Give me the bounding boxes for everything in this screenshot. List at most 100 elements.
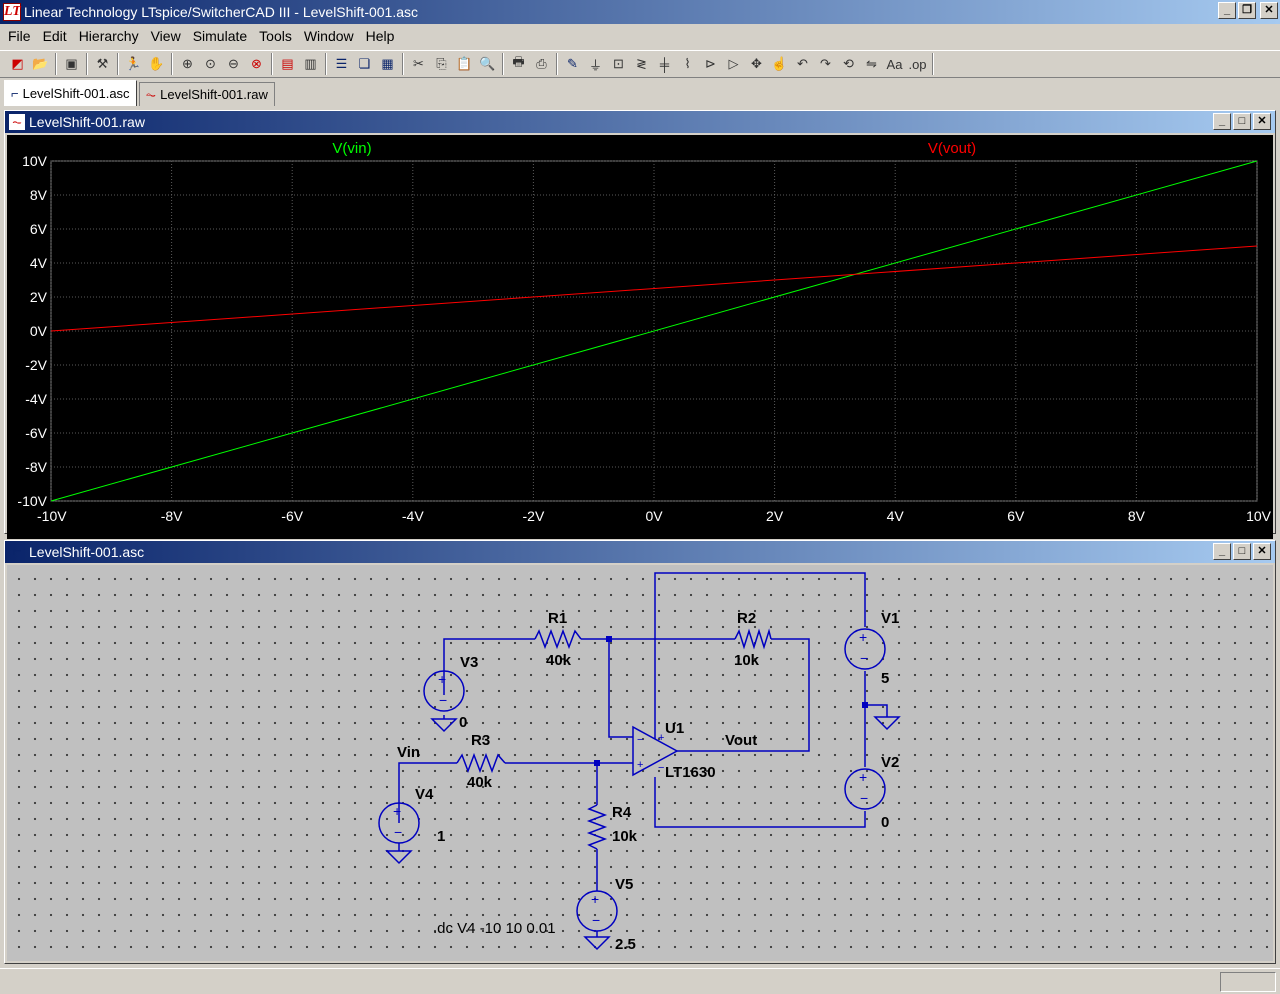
ltspice-logo-icon[interactable]: LT bbox=[3, 3, 21, 21]
y-tick-label: -8V bbox=[25, 459, 47, 475]
tab-label: LevelShift-001.asc bbox=[22, 86, 130, 101]
cut-icon[interactable]: ✂ bbox=[407, 53, 430, 75]
legend-entry[interactable]: V(vout) bbox=[928, 140, 976, 157]
save-icon[interactable]: ▣ bbox=[60, 53, 83, 75]
schematic-close-button[interactable]: ✕ bbox=[1253, 543, 1271, 560]
resistor-r2 bbox=[734, 628, 772, 650]
menu-help[interactable]: Help bbox=[360, 24, 401, 48]
series-line-1 bbox=[50, 245, 1258, 332]
menu-window[interactable]: Window bbox=[298, 24, 360, 48]
value-v1: 5 bbox=[881, 670, 889, 687]
waveform-plot[interactable]: -10V -8V -6V -4V -2V 0V 2V 4V 6V 8V 10V 10V 8V 6V 4V 2V… bbox=[7, 135, 1273, 539]
schematic-window-titlebar[interactable]: ⌐ LevelShift-001.asc _ □ ✕ bbox=[5, 541, 1275, 563]
component-labels: R1 40k R2 10k R3 40k R4 10k V1 5 V2 0 V3… bbox=[397, 610, 899, 953]
svg-text:−: − bbox=[394, 824, 402, 840]
rotate-icon[interactable]: ⟲ bbox=[837, 53, 860, 75]
label-r3: R3 bbox=[471, 732, 490, 749]
schematic-maximize-button[interactable]: □ bbox=[1233, 543, 1251, 560]
plot-settings-icon[interactable]: ▥ bbox=[299, 53, 322, 75]
label-r1: R1 bbox=[548, 610, 567, 627]
y-tick-label: -10V bbox=[17, 493, 47, 509]
x-tick-label: 4V bbox=[887, 508, 905, 524]
inductor-icon[interactable]: ⌇ bbox=[676, 53, 699, 75]
print-preview-icon[interactable]: 🖶 bbox=[507, 53, 530, 75]
menu-file[interactable]: File bbox=[2, 24, 37, 48]
mirror-icon[interactable]: ⇋ bbox=[860, 53, 883, 75]
menu-view[interactable]: View bbox=[145, 24, 187, 48]
label-r4: R4 bbox=[612, 804, 632, 821]
label-net-icon[interactable]: ⊡ bbox=[607, 53, 630, 75]
autorange-icon[interactable]: ▤ bbox=[276, 53, 299, 75]
diode-icon[interactable]: ⊳ bbox=[699, 53, 722, 75]
menu-hierarchy[interactable]: Hierarchy bbox=[73, 24, 145, 48]
waveform-plot-svg[interactable]: -10V -8V -6V -4V -2V 0V 2V 4V 6V 8V 10V 10V 8V 6V 4V 2V… bbox=[7, 135, 1273, 539]
svg-text:−: − bbox=[637, 734, 643, 746]
copy-icon[interactable]: ⎘ bbox=[430, 53, 453, 75]
menu-tools[interactable]: Tools bbox=[253, 24, 298, 48]
waveform-close-button[interactable]: ✕ bbox=[1253, 113, 1271, 130]
close-button[interactable]: ✕ bbox=[1260, 2, 1278, 19]
legend-entry[interactable]: V(vin) bbox=[332, 140, 371, 157]
y-tick-label: -6V bbox=[25, 425, 47, 441]
wires bbox=[398, 572, 888, 937]
spice-directive: .dc V4 -10 10 0.01 bbox=[433, 920, 556, 937]
zoom-in-icon[interactable]: ⊕ bbox=[176, 53, 199, 75]
move-icon[interactable]: ✥ bbox=[745, 53, 768, 75]
zoom-fit-icon[interactable]: ⊗ bbox=[245, 53, 268, 75]
schematic-canvas[interactable]: + − + − + − + − + − − + + − R1 40k R2 10… bbox=[7, 565, 1273, 961]
waveform-maximize-button[interactable]: □ bbox=[1233, 113, 1251, 130]
print-icon[interactable]: ⎙ bbox=[530, 53, 553, 75]
x-tick-label: 2V bbox=[766, 508, 784, 524]
pan-icon[interactable]: ⊙ bbox=[199, 53, 222, 75]
open-file-icon[interactable]: 📂 bbox=[29, 53, 52, 75]
tab-waveform[interactable]: ⏦ LevelShift-001.raw bbox=[138, 82, 275, 106]
x-tick-label: 8V bbox=[1128, 508, 1146, 524]
paste-icon[interactable]: 📋 bbox=[453, 53, 476, 75]
menu-edit[interactable]: Edit bbox=[37, 24, 73, 48]
schematic-window: ⌐ LevelShift-001.asc _ □ ✕ + − + − + − +… bbox=[4, 540, 1276, 964]
y-tick-label: 4V bbox=[30, 255, 48, 271]
new-schematic-icon[interactable]: ◩ bbox=[6, 53, 29, 75]
ground-icon bbox=[385, 850, 413, 865]
restore-button[interactable]: ❐ bbox=[1238, 2, 1256, 19]
svg-text:−: − bbox=[860, 650, 868, 666]
schematic-window-title: LevelShift-001.asc bbox=[29, 544, 145, 560]
wire-icon[interactable]: ✎ bbox=[561, 53, 584, 75]
find-icon[interactable]: 🔍 bbox=[476, 53, 499, 75]
halt-icon[interactable]: ✋ bbox=[145, 53, 168, 75]
tile-vertical-icon[interactable]: ▦ bbox=[376, 53, 399, 75]
waveform-window-titlebar[interactable]: ⏦ LevelShift-001.raw _ □ ✕ bbox=[5, 111, 1275, 133]
component-icon[interactable]: ▷ bbox=[722, 53, 745, 75]
drag-icon[interactable]: ☝ bbox=[768, 53, 791, 75]
resistor-r3 bbox=[456, 752, 506, 774]
redo-icon[interactable]: ↷ bbox=[814, 53, 837, 75]
value-v4: 1 bbox=[437, 828, 445, 845]
schematic-svg[interactable]: +− +− +− +− +− −+ +− R1 40k R2 10k R3 40… bbox=[7, 565, 1273, 961]
zoom-out-icon[interactable]: ⊖ bbox=[222, 53, 245, 75]
x-tick-label: -10V bbox=[37, 508, 67, 524]
waveform-window-title: LevelShift-001.raw bbox=[29, 114, 145, 130]
ground-icon[interactable]: ⏚ bbox=[584, 53, 607, 75]
x-tick-label: 10V bbox=[1246, 508, 1272, 524]
waveform-minimize-button[interactable]: _ bbox=[1213, 113, 1231, 130]
minimize-button[interactable]: _ bbox=[1218, 2, 1236, 19]
schematic-icon: ⌐ bbox=[11, 86, 19, 101]
menu-simulate[interactable]: Simulate bbox=[187, 24, 253, 48]
undo-icon[interactable]: ↶ bbox=[791, 53, 814, 75]
tile-horizontal-icon[interactable]: ☰ bbox=[330, 53, 353, 75]
svg-text:+: + bbox=[859, 629, 867, 645]
svg-text:+: + bbox=[393, 803, 401, 819]
cascade-icon[interactable]: ❏ bbox=[353, 53, 376, 75]
app-titlebar[interactable]: LT Linear Technology LTspice/SwitcherCAD… bbox=[0, 0, 1280, 24]
resistor-r1 bbox=[534, 628, 582, 650]
schematic-minimize-button[interactable]: _ bbox=[1213, 543, 1231, 560]
capacitor-icon[interactable]: ╪ bbox=[653, 53, 676, 75]
spice-directive-icon[interactable]: .op bbox=[906, 53, 929, 75]
svg-text:+: + bbox=[658, 732, 664, 744]
label-v4: V4 bbox=[415, 786, 434, 803]
text-icon[interactable]: Aa bbox=[883, 53, 906, 75]
tab-schematic[interactable]: ⌐ LevelShift-001.asc bbox=[4, 80, 137, 106]
control-panel-icon[interactable]: ⚒ bbox=[91, 53, 114, 75]
run-icon[interactable]: 🏃 bbox=[122, 53, 145, 75]
resistor-icon[interactable]: ≷ bbox=[630, 53, 653, 75]
